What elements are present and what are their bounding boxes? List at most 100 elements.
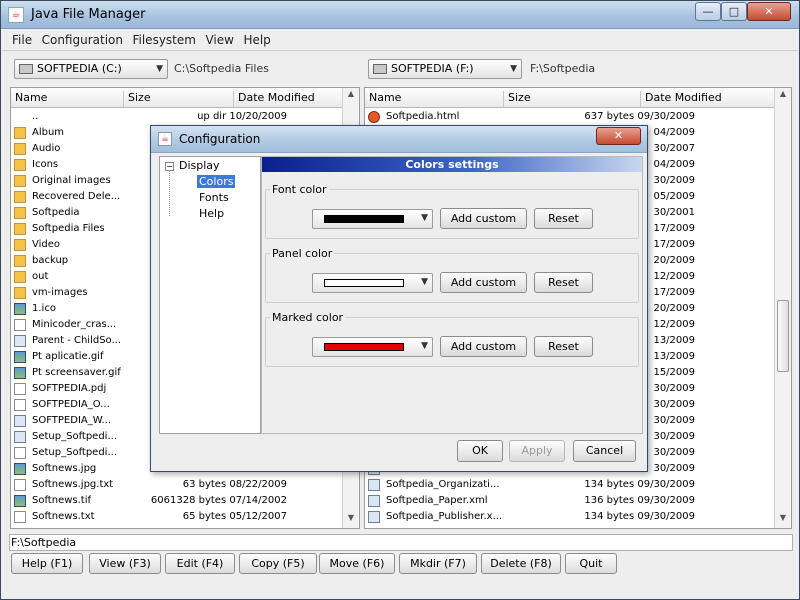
quit-button[interactable]: Quit <box>565 553 617 574</box>
drive-row: SOFTPEDIA (F:) ▼ F:\Softpedia <box>363 53 793 81</box>
group-label: Marked color <box>270 311 346 324</box>
scroll-thumb[interactable] <box>777 300 789 372</box>
column-size[interactable]: Size <box>503 91 640 107</box>
configuration-dialog: ☕ Configuration ✕ − Display Colors Fonts… <box>150 125 648 472</box>
menu-help[interactable]: Help <box>237 30 270 47</box>
panel-color-group: Panel color ▼ Add custom Reset <box>265 247 639 303</box>
close-button[interactable]: ✕ <box>747 2 791 21</box>
file-icon <box>14 479 26 491</box>
cfg-icon <box>14 415 26 427</box>
file-row[interactable]: Softpedia_Organizati... 134 bytes 09/30/2… <box>365 477 791 493</box>
file-row[interactable]: Softnews.tif 6061328 bytes 07/14/2002 <box>11 493 359 509</box>
file-row[interactable]: Softnews.jpg.txt 63 bytes 08/22/2009 <box>11 477 359 493</box>
file-name: Softpedia_Publisher.x... <box>386 511 503 522</box>
drive-select[interactable]: SOFTPEDIA (C:) ▼ <box>14 59 168 79</box>
panel-color-combo[interactable]: ▼ <box>312 273 433 293</box>
cfg-icon <box>14 431 26 443</box>
file-icon <box>14 511 26 523</box>
scroll-up-icon[interactable]: ▲ <box>343 89 359 103</box>
tree-node-colors[interactable]: Colors <box>197 175 236 188</box>
font-color-combo[interactable]: ▼ <box>312 209 433 229</box>
dialog-title-bar[interactable]: ☕ Configuration ✕ <box>151 126 647 153</box>
column-date[interactable]: Date Modified <box>233 91 343 107</box>
column-name[interactable]: Name <box>11 91 123 107</box>
edit-button[interactable]: Edit (F4) <box>165 553 235 574</box>
column-name[interactable]: Name <box>365 91 503 107</box>
reset-button[interactable]: Reset <box>534 272 593 293</box>
tree-node-help[interactable]: Help <box>199 207 224 220</box>
minimize-button[interactable]: — <box>695 2 721 21</box>
column-size[interactable]: Size <box>123 91 233 107</box>
file-name: .. <box>32 111 39 122</box>
add-custom-button[interactable]: Add custom <box>440 272 527 293</box>
file-name: Parent - ChildSo... <box>32 335 122 346</box>
tree-node-fonts[interactable]: Fonts <box>199 191 229 204</box>
vertical-scrollbar[interactable]: ▲ ▼ <box>774 88 791 528</box>
dialog-close-button[interactable]: ✕ <box>596 127 641 145</box>
folder-icon <box>14 239 26 251</box>
file-meta: up dir 10/20/2009 <box>197 111 287 122</box>
file-icon <box>14 319 26 331</box>
menu-view[interactable]: View <box>199 30 233 47</box>
current-path: C:\Softpedia Files <box>174 62 269 75</box>
copy-button[interactable]: Copy (F5) <box>239 553 317 574</box>
file-meta: 134 bytes 09/30/2009 <box>584 511 695 522</box>
maximize-button[interactable]: □ <box>721 2 747 21</box>
file-row[interactable]: .. up dir 10/20/2009 <box>11 109 359 125</box>
mkdir-button[interactable]: Mkdir (F7) <box>399 553 477 574</box>
folder-icon <box>14 191 26 203</box>
title-bar[interactable]: ☕ Java File Manager — □ ✕ <box>1 1 799 29</box>
add-custom-button[interactable]: Add custom <box>440 336 527 357</box>
dialog-title: Configuration <box>179 132 261 146</box>
file-name: Minicoder_cras... <box>32 319 117 330</box>
drive-select[interactable]: SOFTPEDIA (F:) ▼ <box>368 59 522 79</box>
menu-filesystem[interactable]: Filesystem <box>126 30 195 47</box>
file-row[interactable]: Softnews.txt 65 bytes 05/12/2007 <box>11 509 359 525</box>
reset-button[interactable]: Reset <box>534 336 593 357</box>
add-custom-button[interactable]: Add custom <box>440 208 527 229</box>
column-date[interactable]: Date Modified <box>640 91 775 107</box>
delete-button[interactable]: Delete (F8) <box>481 553 561 574</box>
file-icon <box>14 383 26 395</box>
window-title: Java File Manager <box>31 7 146 22</box>
folder-icon <box>14 143 26 155</box>
marked-color-combo[interactable]: ▼ <box>312 337 433 357</box>
drive-label: SOFTPEDIA (F:) <box>391 62 474 75</box>
img-icon <box>14 495 26 507</box>
command-line-input[interactable]: F:\Softpedia <box>9 534 793 551</box>
file-name: Video <box>32 239 61 250</box>
file-name: Album <box>32 127 65 138</box>
chevron-down-icon: ▼ <box>156 64 163 74</box>
menu-configuration[interactable]: Configuration <box>36 30 123 47</box>
file-name: SOFTPEDIA.pdj <box>32 383 107 394</box>
move-button[interactable]: Move (F6) <box>319 553 395 574</box>
menu-file[interactable]: File <box>2 30 32 47</box>
file-name: Original images <box>32 175 111 186</box>
file-meta: 136 bytes 09/30/2009 <box>584 495 695 506</box>
img-icon <box>14 351 26 363</box>
apply-button[interactable]: Apply <box>509 440 565 462</box>
cfg-icon <box>368 511 380 523</box>
group-label: Panel color <box>270 247 335 260</box>
view-button[interactable]: View (F3) <box>89 553 161 574</box>
file-row[interactable]: Softpedia.html 637 bytes 09/30/2009 <box>365 109 791 125</box>
file-row[interactable]: Softpedia_Paper.xml 136 bytes 09/30/2009 <box>365 493 791 509</box>
chevron-down-icon: ▼ <box>421 213 428 223</box>
tree-line <box>169 171 170 216</box>
file-name: Pt screensaver.gif <box>32 367 121 378</box>
scroll-down-icon[interactable]: ▼ <box>775 513 791 527</box>
tree-node-display[interactable]: Display <box>179 159 220 172</box>
drive-row: SOFTPEDIA (C:) ▼ C:\Softpedia Files <box>9 53 361 81</box>
file-meta: 637 bytes 09/30/2009 <box>584 111 695 122</box>
help-button[interactable]: Help (F1) <box>11 553 83 574</box>
file-row[interactable]: Softpedia_Publisher.x... 134 bytes 09/30/… <box>365 509 791 525</box>
cancel-button[interactable]: Cancel <box>573 440 636 462</box>
collapse-icon[interactable]: − <box>165 162 174 171</box>
file-name: Icons <box>32 159 59 170</box>
scroll-down-icon[interactable]: ▼ <box>343 513 359 527</box>
ok-button[interactable]: OK <box>457 440 503 462</box>
scroll-up-icon[interactable]: ▲ <box>775 89 791 103</box>
menu-bar: File Configuration Filesystem View Help <box>2 30 798 51</box>
reset-button[interactable]: Reset <box>534 208 593 229</box>
folder-icon <box>14 255 26 267</box>
